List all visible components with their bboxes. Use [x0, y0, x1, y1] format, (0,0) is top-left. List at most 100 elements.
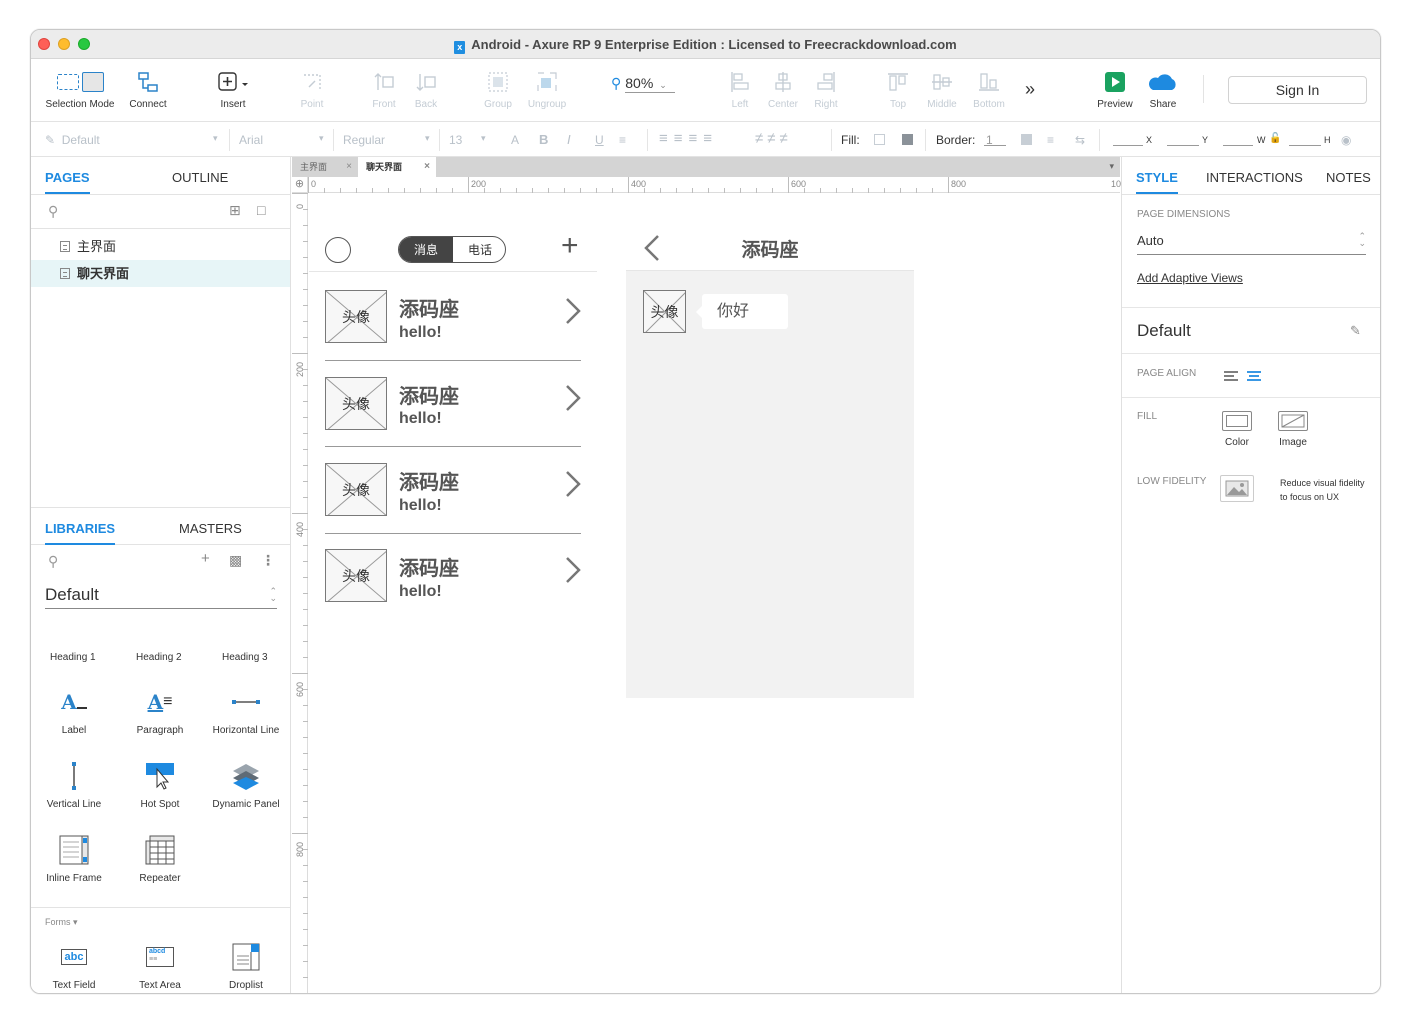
border-style-icon[interactable]: ≡	[1047, 133, 1054, 147]
fill-image-button[interactable]: Image	[1276, 411, 1310, 448]
tab-outline[interactable]: OUTLINE	[172, 170, 228, 185]
align-middle-button[interactable]: Middle	[925, 69, 959, 110]
border-color-swatch[interactable]	[1021, 134, 1032, 145]
edit-style-icon[interactable]: ✎	[1350, 323, 1361, 339]
paragraph-widget[interactable]: A ≡ Paragraph	[117, 685, 203, 736]
heading-1-widget[interactable]: Heading 1	[50, 652, 96, 663]
add-library-icon[interactable]: +	[201, 550, 210, 567]
page-item-chat[interactable]: 聊天界面	[31, 260, 290, 287]
group-button[interactable]: Group	[481, 69, 515, 110]
tab-masters[interactable]: MASTERS	[179, 521, 242, 536]
add-adaptive-views-link[interactable]: Add Adaptive Views	[1137, 271, 1243, 285]
border-arrow-icon[interactable]: ⇆	[1075, 133, 1085, 147]
point-label: Point	[300, 99, 324, 110]
chat-detail-screen[interactable]: 添码座 头像 你好	[626, 223, 914, 698]
segment-calls[interactable]: 电话	[453, 237, 505, 262]
hot-spot-widget[interactable]: Hot Spot	[117, 759, 203, 810]
vertical-align-icons[interactable]: ≠≠≠	[755, 130, 792, 147]
font-family-select[interactable]: Arial	[239, 133, 263, 147]
align-center-page-icon[interactable]	[1247, 369, 1261, 387]
font-weight-select[interactable]: Regular	[343, 133, 385, 147]
close-tab-icon[interactable]: ×	[346, 157, 352, 177]
library-chevron-icon: ⌃ ⌄	[269, 586, 277, 603]
close-tab-icon[interactable]: ×	[424, 157, 430, 177]
align-top-button[interactable]: Top	[883, 69, 913, 110]
bring-front-button[interactable]: Front	[367, 69, 401, 110]
w-label: W	[1257, 135, 1266, 145]
horizontal-line-widget[interactable]: Horizontal Line	[203, 685, 289, 736]
add-page-icon[interactable]: ⊞	[229, 202, 241, 219]
low-fidelity-toggle[interactable]	[1220, 475, 1254, 502]
italic-icon[interactable]: I	[567, 132, 571, 147]
library-select[interactable]: Default ⌃ ⌄	[45, 585, 277, 609]
tab-list-chevron-icon[interactable]: ▾	[1109, 161, 1114, 172]
connect-button[interactable]: Connect	[125, 69, 171, 110]
point-button[interactable]: Point	[295, 69, 329, 110]
add-icon[interactable]: +	[561, 229, 579, 263]
align-left-page-icon[interactable]	[1224, 369, 1238, 387]
align-center-button[interactable]: Center	[765, 69, 801, 110]
add-folder-icon[interactable]: □	[257, 202, 265, 218]
align-bottom-button[interactable]: Bottom	[969, 69, 1009, 110]
text-color-icon[interactable]: A	[511, 133, 519, 147]
widget-label: Hot Spot	[140, 799, 180, 810]
doc-tab-chat[interactable]: 聊天界面 ×	[358, 157, 436, 177]
height-input[interactable]	[1289, 145, 1321, 146]
lock-icon[interactable]: 🔓	[1269, 133, 1281, 144]
inline-frame-widget[interactable]: Inline Frame	[31, 833, 117, 884]
text-area-widget[interactable]: abcd ≡≡ Text Area	[117, 940, 203, 991]
fill-color-button[interactable]: Color	[1220, 411, 1254, 448]
tab-pages[interactable]: PAGES	[45, 170, 90, 194]
x-input[interactable]	[1113, 145, 1143, 146]
chat-list-screen[interactable]: 消息 电话 + 头像 添码座 hello! 头像 添码座 hello! 头像 添…	[309, 223, 597, 698]
fill-image-swatch[interactable]	[902, 134, 913, 145]
profile-circle[interactable]	[325, 237, 351, 263]
sign-in-button[interactable]: Sign In	[1228, 76, 1367, 104]
vertical-line-widget[interactable]: Vertical Line	[31, 759, 117, 810]
text-align-icons[interactable]: ≡≡≡≡	[659, 130, 718, 147]
width-input[interactable]	[1223, 145, 1253, 146]
zoom-value[interactable]: 80%	[625, 75, 676, 93]
align-right-button[interactable]: Right	[811, 69, 841, 110]
zoom-control[interactable]: ⚲ 80% ⌄	[611, 75, 676, 93]
doc-tab-main[interactable]: 主界面 ×	[292, 157, 358, 177]
page-item-main[interactable]: 主界面	[31, 233, 290, 260]
align-left-button[interactable]: Left	[727, 69, 753, 110]
tab-notes[interactable]: NOTES	[1326, 170, 1371, 185]
preview-button[interactable]: Preview	[1095, 69, 1135, 110]
share-button[interactable]: Share	[1143, 69, 1183, 110]
avatar-label: 头像	[650, 303, 679, 320]
heading-2-widget[interactable]: Heading 2	[136, 652, 182, 663]
page-dimensions-select[interactable]: Auto ⌃ ⌄	[1137, 232, 1366, 255]
y-input[interactable]	[1167, 145, 1199, 146]
ungroup-button[interactable]: Ungroup	[525, 69, 569, 110]
selection-mode-button[interactable]: Selection Mode	[41, 69, 119, 110]
label-widget[interactable]: A Label	[31, 685, 117, 736]
tab-style[interactable]: STYLE	[1136, 170, 1178, 194]
fill-color-swatch[interactable]	[874, 134, 885, 145]
segment-messages[interactable]: 消息	[399, 237, 453, 262]
pages-search-icon[interactable]: ⚲	[48, 203, 58, 220]
repeater-widget[interactable]: Repeater	[117, 833, 203, 884]
droplist-widget[interactable]: Droplist	[203, 940, 289, 991]
insert-button[interactable]: Insert	[215, 69, 251, 110]
more-options-icon[interactable]: ⋮	[261, 552, 275, 569]
library-options-icon[interactable]: ▩	[229, 552, 242, 569]
tab-interactions[interactable]: INTERACTIONS	[1206, 170, 1303, 185]
send-back-button[interactable]: Back	[409, 69, 443, 110]
underline-icon[interactable]: U	[595, 133, 604, 147]
dynamic-panel-widget[interactable]: Dynamic Panel	[203, 759, 289, 810]
forms-section-toggle[interactable]: Forms ▾	[45, 917, 78, 928]
heading-3-widget[interactable]: Heading 3	[222, 652, 268, 663]
style-picker[interactable]: ✎ Default	[45, 133, 100, 147]
eye-icon[interactable]: ◉	[1341, 133, 1351, 147]
page-style-name[interactable]: Default	[1137, 321, 1191, 341]
text-field-widget[interactable]: abc Text Field	[31, 940, 117, 991]
ruler-origin-icon[interactable]: ⊕	[292, 177, 308, 193]
bullet-list-icon[interactable]: ≡	[619, 133, 626, 147]
libraries-search-icon[interactable]: ⚲	[48, 553, 58, 570]
bold-icon[interactable]: B	[539, 132, 548, 147]
tab-libraries[interactable]: LIBRARIES	[45, 521, 116, 545]
font-size-select[interactable]: 13	[449, 133, 462, 147]
more-tools-button[interactable]: »	[1019, 79, 1041, 100]
